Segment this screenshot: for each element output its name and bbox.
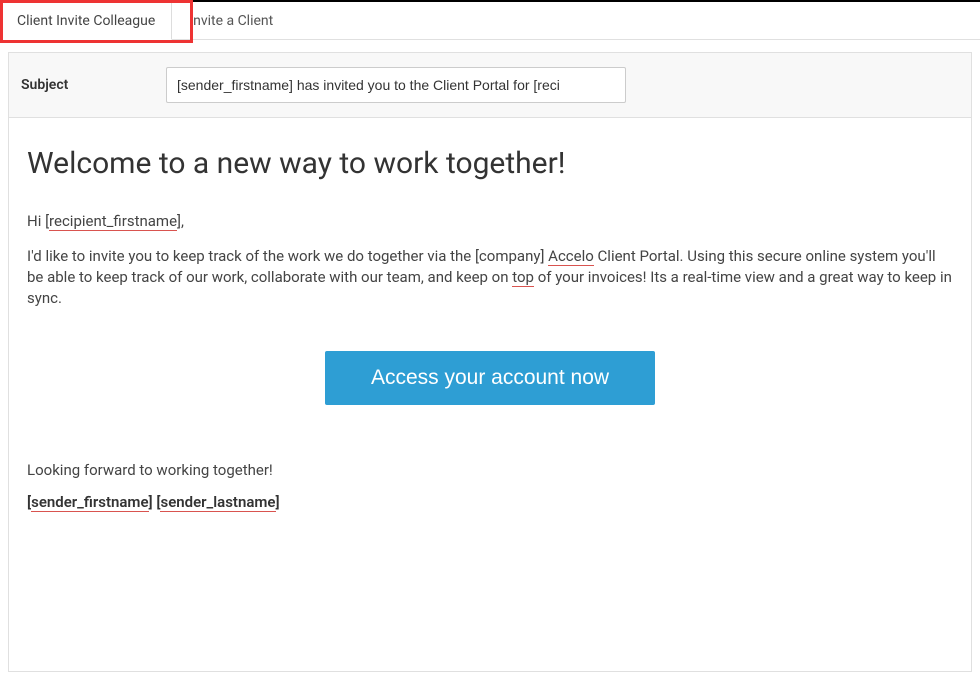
email-signature: [sender_firstname] [sender_lastname]: [27, 493, 953, 511]
sig-b3: ]: [276, 493, 280, 511]
cta-wrap: Access your account now: [27, 351, 953, 405]
subject-label: Subject: [21, 77, 166, 93]
email-heading: Welcome to a new way to work together!: [27, 146, 953, 181]
tab-client-invite-colleague[interactable]: Client Invite Colleague: [0, 2, 172, 40]
para-pre: I'd like to invite you to keep track of …: [27, 247, 548, 265]
greeting-prefix: Hi [: [27, 212, 49, 230]
subject-row: Subject: [9, 53, 971, 118]
template-panel: Subject Welcome to a new way to work tog…: [8, 52, 972, 672]
email-closing: Looking forward to working together!: [27, 461, 953, 479]
token-sender-firstname: sender_firstname: [31, 493, 148, 512]
sig-b2: ] [: [149, 493, 161, 511]
email-intro-para: I'd like to invite you to keep track of …: [27, 246, 953, 309]
email-body-editor[interactable]: Welcome to a new way to work together! H…: [9, 118, 971, 529]
token-recipient-firstname: recipient_firstname: [49, 212, 177, 231]
word-accelo: Accelo: [548, 247, 594, 266]
tab-invite-a-client[interactable]: Invite a Client: [172, 2, 290, 39]
tabs-bar: Client Invite Colleague Invite a Client: [0, 2, 980, 40]
subject-input[interactable]: [166, 67, 626, 103]
email-greeting: Hi [recipient_firstname],: [27, 211, 953, 232]
greeting-suffix: ],: [177, 212, 184, 230]
word-top: top: [512, 268, 534, 287]
token-sender-lastname: sender_lastname: [160, 493, 275, 512]
access-account-button[interactable]: Access your account now: [325, 351, 655, 405]
